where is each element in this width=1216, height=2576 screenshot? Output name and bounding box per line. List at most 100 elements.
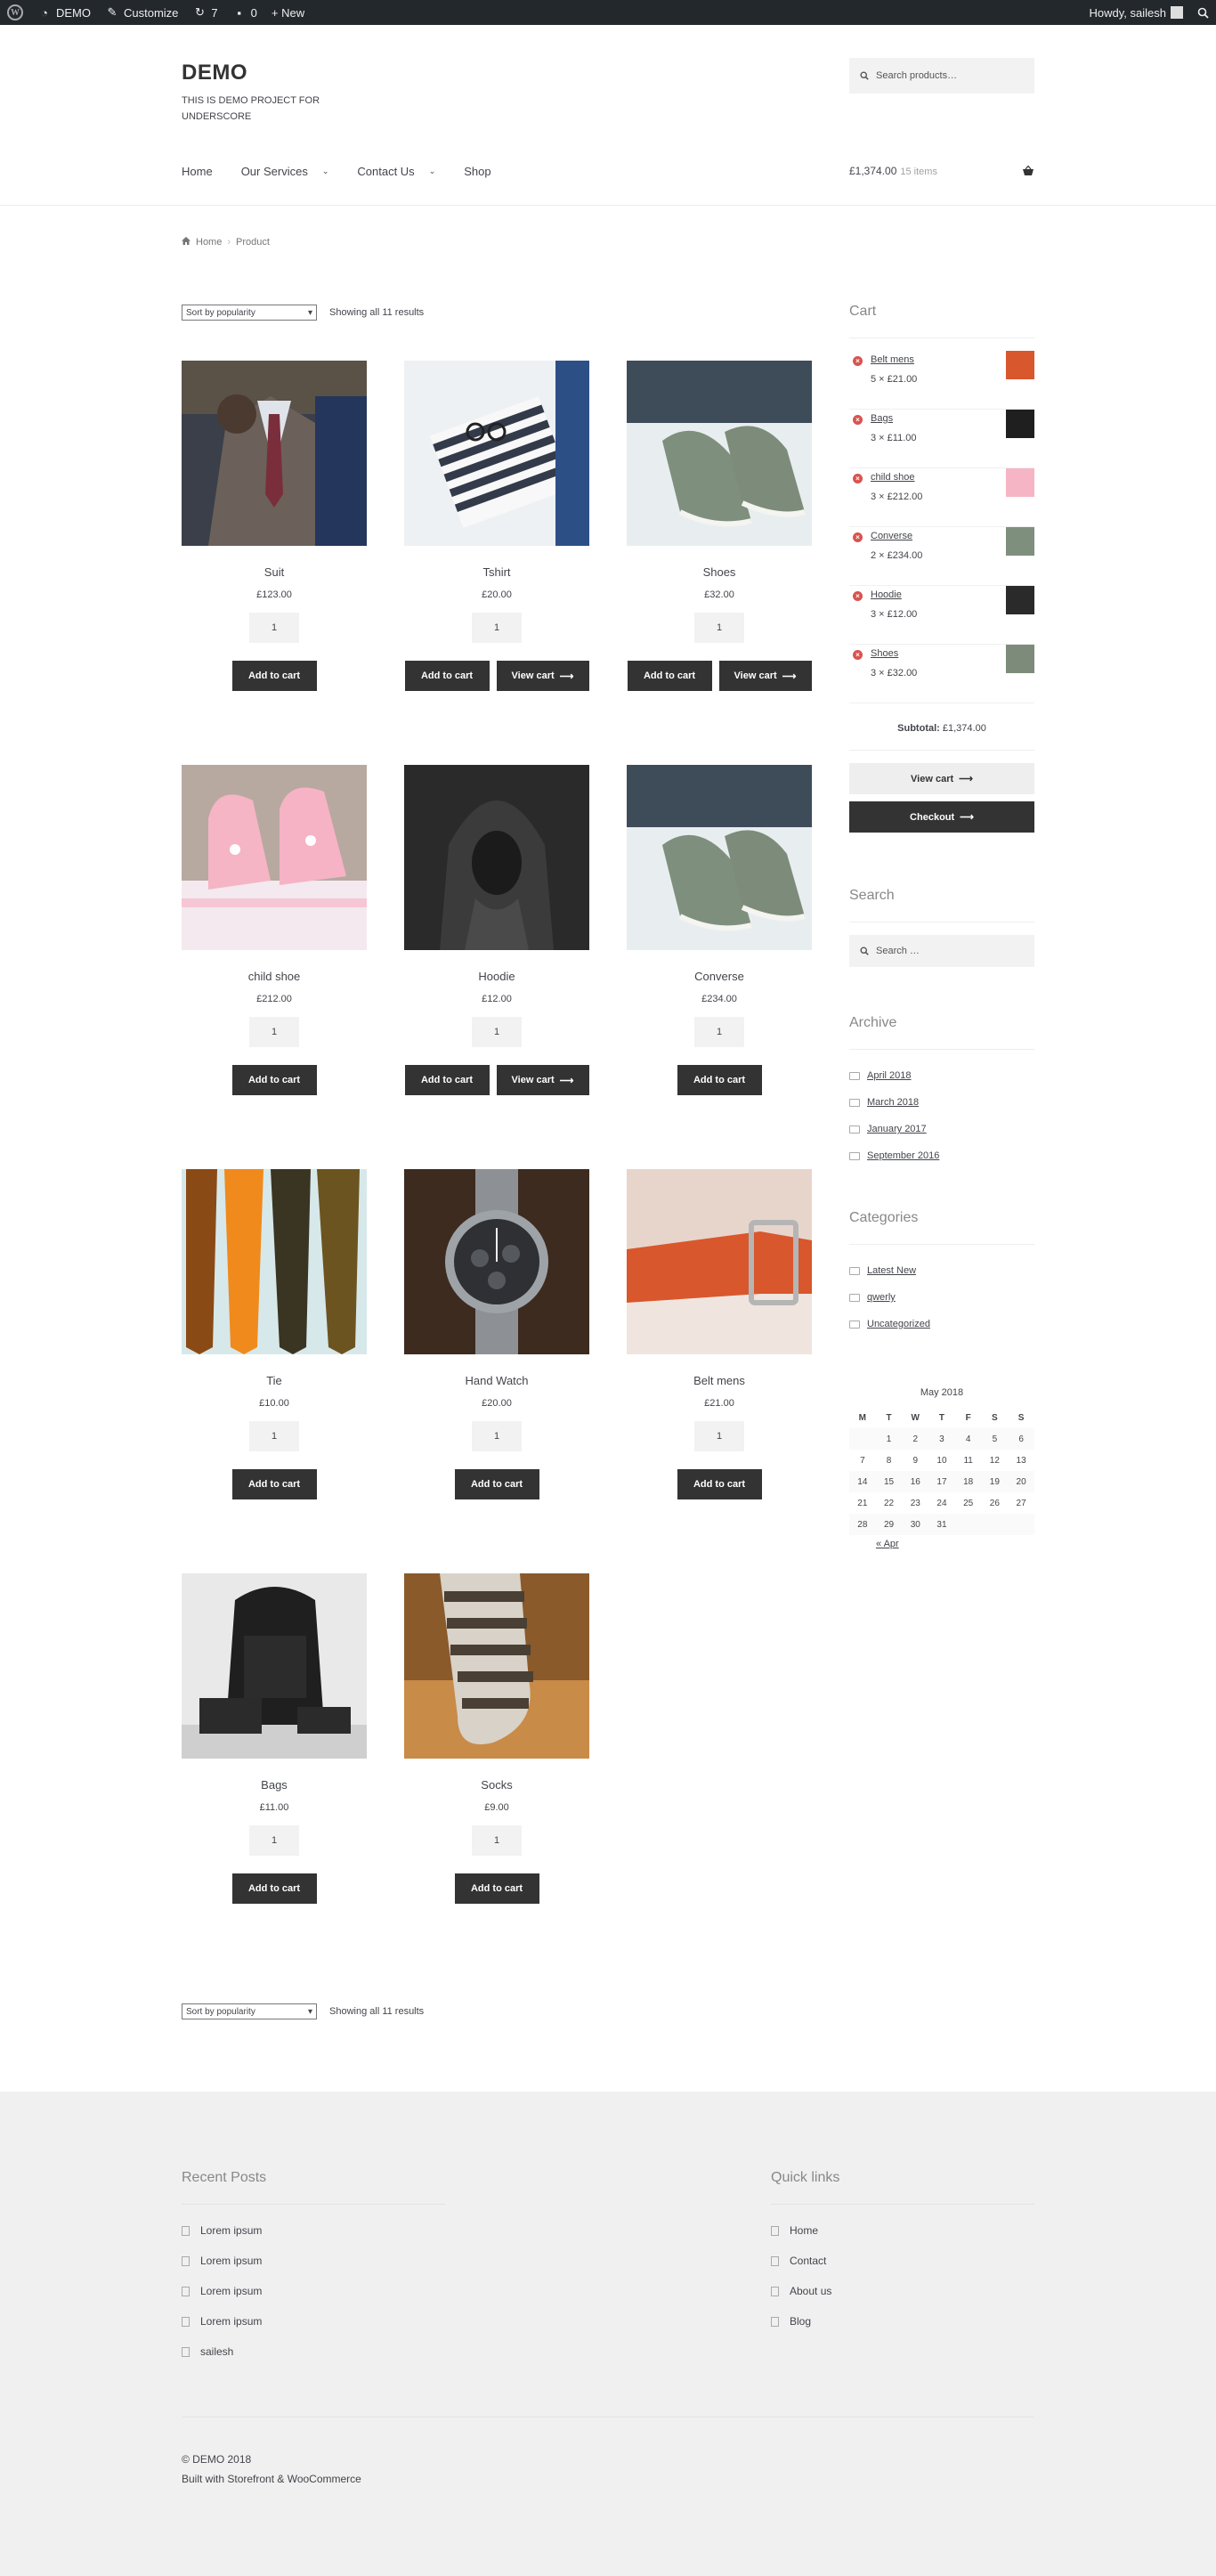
recent-post-link[interactable]: Lorem ipsum	[200, 2224, 262, 2237]
archive-link[interactable]: April 2018	[867, 1070, 912, 1081]
product-name[interactable]: Bags	[182, 1778, 367, 1792]
remove-item-icon[interactable]: ×	[853, 532, 863, 542]
add-to-cart-button[interactable]: Add to cart	[404, 661, 490, 691]
archive-link[interactable]: September 2016	[867, 1150, 939, 1161]
view-cart-button[interactable]: View cart ⟶	[496, 1065, 589, 1095]
add-to-cart-button[interactable]: Add to cart	[231, 1469, 317, 1499]
product-name[interactable]: Hoodie	[404, 970, 589, 983]
cart-item-thumbnail[interactable]	[1006, 586, 1034, 614]
add-to-cart-button[interactable]: Add to cart	[231, 1065, 317, 1095]
recent-post-link[interactable]: Lorem ipsum	[200, 2255, 262, 2267]
archive-item[interactable]: April 2018	[849, 1062, 1034, 1089]
tie-image[interactable]	[182, 1169, 367, 1354]
add-to-cart-button[interactable]: Add to cart	[454, 1469, 539, 1499]
quantity-input[interactable]: 1	[472, 1421, 522, 1451]
archive-item[interactable]: September 2016	[849, 1142, 1034, 1169]
sort-select-bottom[interactable]: Sort by popularity ▾	[182, 2003, 317, 2019]
category-item[interactable]: Uncategorized	[849, 1311, 1034, 1337]
nav-shop[interactable]: Shop	[464, 165, 490, 178]
add-to-cart-button[interactable]: Add to cart	[677, 1469, 762, 1499]
nav-contact-us[interactable]: Contact Us ⌄	[357, 165, 435, 178]
remove-item-icon[interactable]: ×	[853, 356, 863, 366]
archive-item[interactable]: January 2017	[849, 1116, 1034, 1142]
add-to-cart-button[interactable]: Add to cart	[231, 661, 317, 691]
suit-image[interactable]	[182, 361, 367, 546]
recent-post-item[interactable]: Lorem ipsum	[182, 2306, 445, 2336]
quantity-input[interactable]: 1	[694, 1421, 744, 1451]
quantity-input[interactable]: 1	[249, 1421, 299, 1451]
quantity-input[interactable]: 1	[472, 1825, 522, 1856]
breadcrumb-home[interactable]: Home	[196, 237, 222, 248]
wordpress-logo-icon[interactable]: W	[7, 4, 23, 20]
checkout-button[interactable]: Checkout ⟶	[849, 801, 1034, 833]
quick-link-item[interactable]: Home	[771, 2215, 1034, 2246]
admin-search-icon[interactable]	[1197, 7, 1209, 19]
add-to-cart-button[interactable]: Add to cart	[627, 661, 712, 691]
recent-post-item[interactable]: Lorem ipsum	[182, 2276, 445, 2306]
quick-link-link[interactable]: Home	[790, 2224, 818, 2237]
product-search-input[interactable]: Search products…	[849, 58, 1034, 93]
admin-customize-link[interactable]: ✎ Customize	[105, 5, 179, 20]
add-to-cart-button[interactable]: Add to cart	[454, 1873, 539, 1904]
header-cart[interactable]: £1,374.00 15 items	[849, 165, 1034, 177]
recent-post-item[interactable]: sailesh	[182, 2336, 445, 2367]
view-cart-button[interactable]: View cart ⟶	[496, 661, 589, 691]
quantity-input[interactable]: 1	[472, 1017, 522, 1047]
category-link[interactable]: qwerly	[867, 1292, 896, 1303]
quick-link-item[interactable]: About us	[771, 2276, 1034, 2306]
admin-account-link[interactable]: Howdy, sailesh	[1090, 6, 1183, 20]
hoodie-image[interactable]	[404, 765, 589, 950]
recent-post-link[interactable]: Lorem ipsum	[200, 2285, 262, 2297]
remove-item-icon[interactable]: ×	[853, 474, 863, 484]
quick-link-link[interactable]: Blog	[790, 2315, 811, 2328]
admin-updates-link[interactable]: ↻ 7	[192, 5, 218, 20]
sort-select[interactable]: Sort by popularity ▾	[182, 305, 317, 321]
recent-post-item[interactable]: Lorem ipsum	[182, 2246, 445, 2276]
site-title[interactable]: DEMO	[182, 61, 333, 85]
product-name[interactable]: Tie	[182, 1374, 367, 1387]
recent-post-item[interactable]: Lorem ipsum	[182, 2215, 445, 2246]
archive-link[interactable]: January 2017	[867, 1124, 927, 1134]
widget-view-cart-button[interactable]: View cart ⟶	[849, 763, 1034, 794]
product-name[interactable]: child shoe	[182, 970, 367, 983]
quantity-input[interactable]: 1	[249, 1825, 299, 1856]
product-name[interactable]: Tshirt	[404, 565, 589, 579]
cart-item-thumbnail[interactable]	[1006, 468, 1034, 497]
quick-link-item[interactable]: Blog	[771, 2306, 1034, 2336]
archive-link[interactable]: March 2018	[867, 1097, 919, 1108]
product-name[interactable]: Socks	[404, 1778, 589, 1792]
add-to-cart-button[interactable]: Add to cart	[404, 1065, 490, 1095]
product-name[interactable]: Belt mens	[627, 1374, 812, 1387]
sidebar-search-input[interactable]: Search …	[849, 935, 1034, 967]
quantity-input[interactable]: 1	[694, 1017, 744, 1047]
nav-home[interactable]: Home	[182, 165, 213, 178]
bags-image[interactable]	[182, 1573, 367, 1759]
admin-site-link[interactable]: ◔ DEMO	[37, 5, 91, 20]
archive-item[interactable]: March 2018	[849, 1089, 1034, 1116]
recent-post-link[interactable]: sailesh	[200, 2345, 233, 2358]
tshirt-image[interactable]	[404, 361, 589, 546]
calendar-prev-link[interactable]: « Apr	[849, 1539, 1034, 1549]
product-name[interactable]: Converse	[627, 970, 812, 983]
category-item[interactable]: qwerly	[849, 1284, 1034, 1311]
admin-new-link[interactable]: + New	[272, 6, 304, 20]
remove-item-icon[interactable]: ×	[853, 415, 863, 425]
admin-comments-link[interactable]: ▪ 0	[232, 5, 257, 20]
view-cart-button[interactable]: View cart ⟶	[718, 661, 812, 691]
shoes-image[interactable]	[627, 361, 812, 546]
built-with-link[interactable]: Built with Storefront & WooCommerce	[182, 2469, 1034, 2489]
quantity-input[interactable]: 1	[694, 613, 744, 643]
add-to-cart-button[interactable]: Add to cart	[231, 1873, 317, 1904]
cart-item-thumbnail[interactable]	[1006, 410, 1034, 438]
quantity-input[interactable]: 1	[249, 1017, 299, 1047]
nav-our-services[interactable]: Our Services ⌄	[241, 165, 329, 178]
category-item[interactable]: Latest New	[849, 1257, 1034, 1284]
remove-item-icon[interactable]: ×	[853, 650, 863, 660]
child-shoe-image[interactable]	[182, 765, 367, 950]
quantity-input[interactable]: 1	[472, 613, 522, 643]
quick-link-item[interactable]: Contact	[771, 2246, 1034, 2276]
category-link[interactable]: Uncategorized	[867, 1319, 930, 1329]
product-name[interactable]: Shoes	[627, 565, 812, 579]
cart-item-thumbnail[interactable]	[1006, 351, 1034, 379]
hand-watch-image[interactable]	[404, 1169, 589, 1354]
